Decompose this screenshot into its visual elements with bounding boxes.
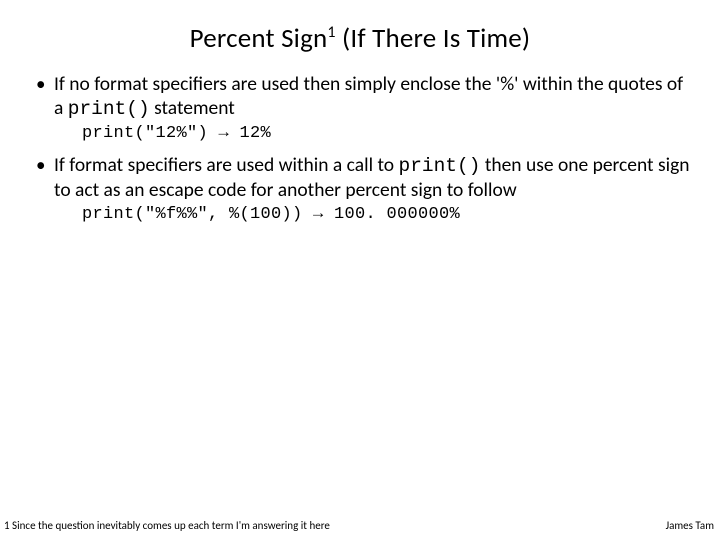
bullet-list: If no format specifiers are used then si… <box>30 73 690 226</box>
title-superscript: 1 <box>327 23 335 42</box>
slide: Percent Sign1 (If There Is Time) If no f… <box>0 0 720 540</box>
footnote: 1 Since the question inevitably comes up… <box>4 519 330 532</box>
code-example: print("12%") → 12% <box>82 124 690 145</box>
author-credit: James Tam <box>666 519 714 532</box>
title-post: (If There Is Time) <box>336 22 531 55</box>
slide-title: Percent Sign1 (If There Is Time) <box>30 22 690 55</box>
title-pre: Percent Sign <box>190 22 328 55</box>
bullet-item: If format specifiers are used within a c… <box>34 154 690 225</box>
bullet-item: If no format specifiers are used then si… <box>34 73 690 144</box>
inline-code: print() <box>68 98 150 120</box>
code-example: print("%f%%", %(100)) → 100. 000000% <box>82 205 690 226</box>
inline-code: print() <box>399 155 481 177</box>
bullet-text: If format specifiers are used within a c… <box>54 153 399 177</box>
bullet-text: statement <box>150 96 235 120</box>
